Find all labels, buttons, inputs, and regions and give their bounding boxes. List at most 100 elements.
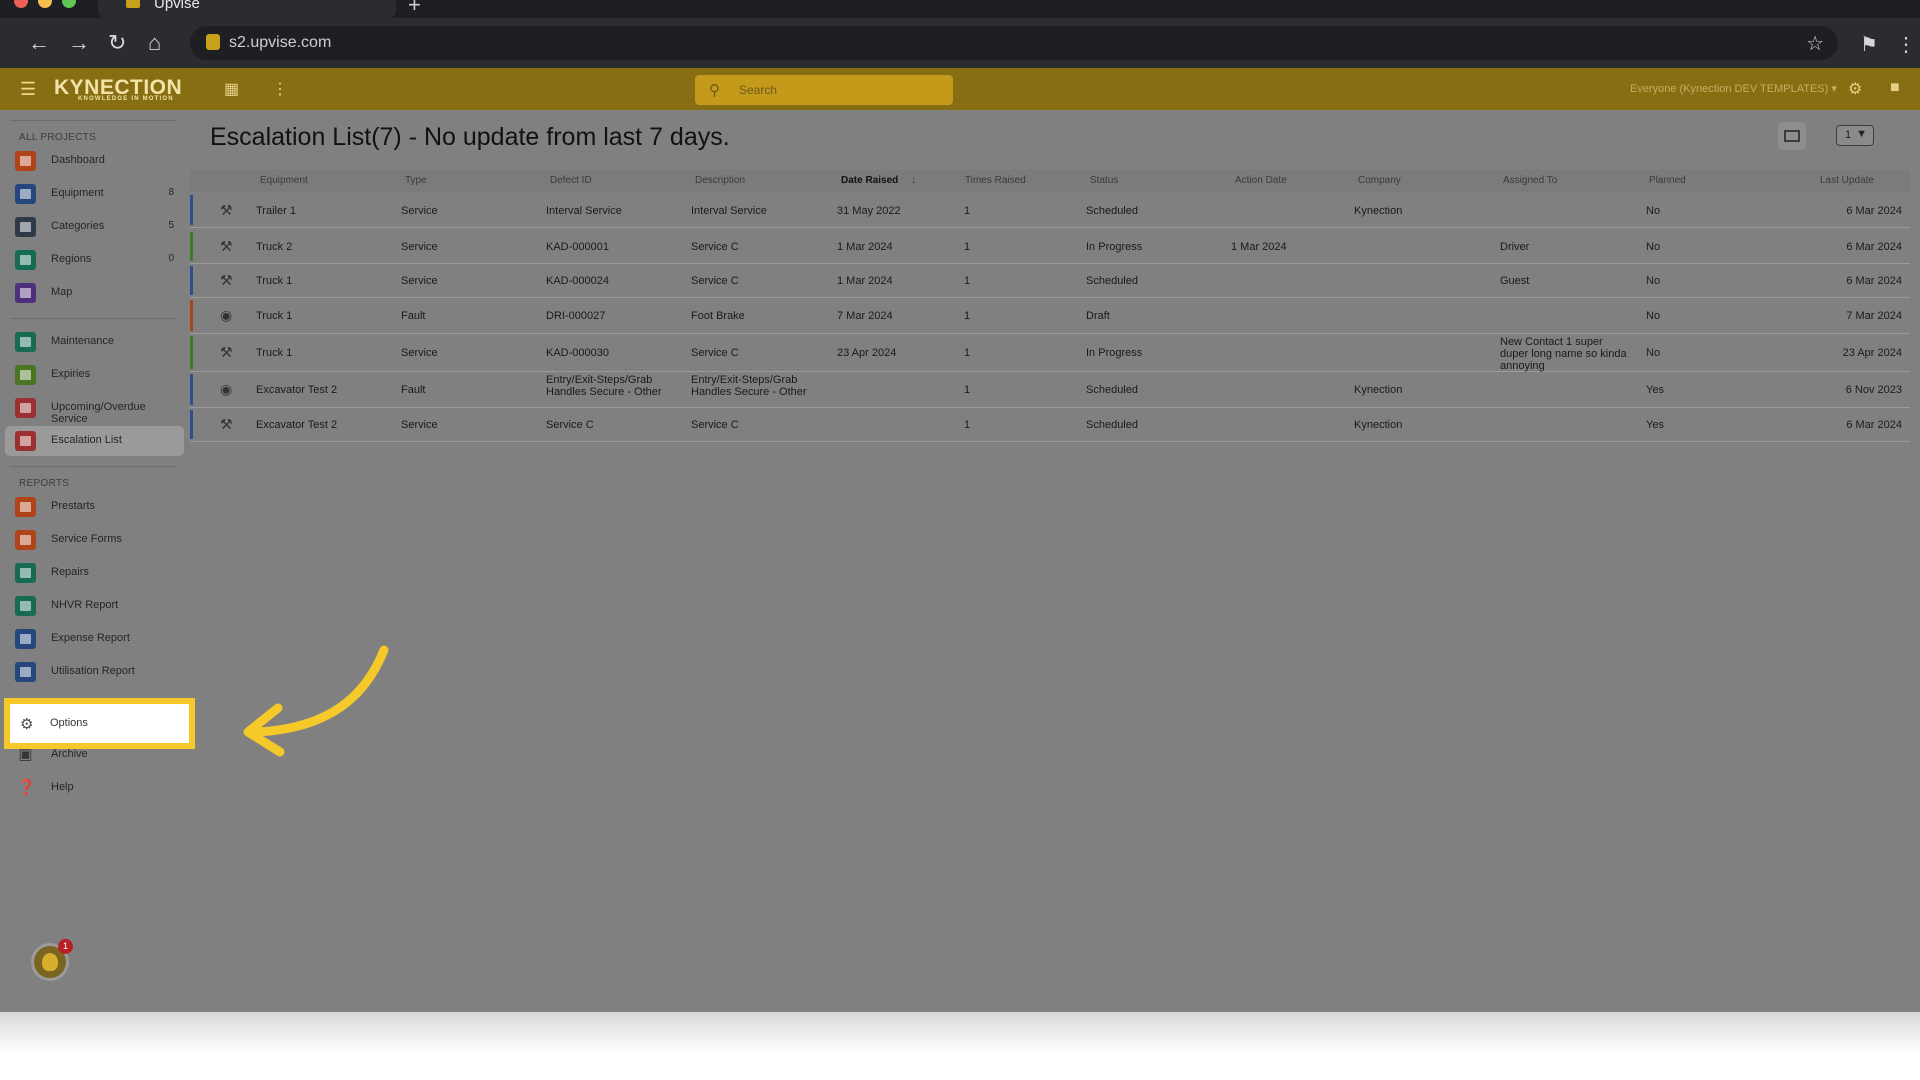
row-type: Fault [401, 310, 426, 322]
sidebar-item-prestarts[interactable]: Prestarts [5, 492, 184, 522]
sidebar-item-expense-report[interactable]: Expense Report [5, 624, 184, 654]
sidebar-item-help[interactable]: ❓ Help [5, 773, 184, 803]
wrench-icon[interactable]: ⚒ [220, 272, 233, 289]
sidebar-item-maintenance[interactable]: Maintenance [5, 327, 184, 357]
table-row[interactable]: ⚒ Excavator Test 2 Service Service C Service… [190, 408, 1910, 442]
sidebar-item-label: Prestarts [51, 500, 96, 512]
sidebar-item-upcoming-overdue-service[interactable]: Upcoming/Overdue Service [5, 393, 184, 425]
window-close-button[interactable] [14, 0, 28, 8]
wrench-icon[interactable]: ⚒ [220, 202, 233, 219]
sort-direction-icon[interactable]: ↓ [911, 175, 916, 186]
row-equipment: Excavator Test 2 [256, 384, 338, 396]
folder-icon [15, 217, 36, 237]
eye-icon[interactable]: ◉ [220, 307, 232, 324]
sidebar-item-expiries[interactable]: Expiries [5, 360, 184, 390]
table-row[interactable]: ⚒ Trailer 1 Service Interval Service Interva… [190, 193, 1910, 228]
service-due-icon [15, 398, 36, 418]
column-header-action-date[interactable]: Action Date [1235, 175, 1287, 186]
row-planned: Yes [1646, 384, 1664, 396]
column-header-equipment[interactable]: Equipment [260, 175, 308, 186]
column-header-times-raised[interactable]: Times Raised [965, 175, 1026, 186]
sidebar-item-categories[interactable]: Categories 5 [5, 212, 184, 242]
column-header-last-update[interactable]: Last Update [1820, 175, 1874, 186]
column-header-status[interactable]: Status [1090, 175, 1118, 186]
reload-icon[interactable]: ↻ [108, 32, 126, 54]
column-header-date-raised[interactable]: Date Raised [841, 175, 898, 186]
more-options-icon[interactable]: ⋮ [272, 79, 288, 99]
calendar-icon[interactable]: ▦ [224, 79, 239, 99]
row-last-update: 23 Apr 2024 [1842, 347, 1902, 359]
sidebar-item-options[interactable]: ⚙ Options [4, 698, 195, 749]
new-tab-button[interactable]: + [408, 0, 421, 18]
column-header-type[interactable]: Type [405, 175, 427, 186]
column-view-toggle-icon[interactable] [1778, 122, 1806, 150]
wrench-icon[interactable]: ⚒ [220, 344, 233, 361]
sidebar-item-label: Escalation List [51, 434, 122, 446]
page-select[interactable]: 1 ▼ [1836, 125, 1874, 146]
row-type: Service [401, 241, 438, 253]
browser-tab[interactable]: Upvise [98, 0, 396, 18]
row-defect-id: Service C [546, 419, 594, 431]
row-defect-id: DRI-000027 [546, 310, 606, 322]
site-info-icon[interactable] [206, 34, 220, 50]
row-description: Foot Brake [691, 310, 745, 322]
eye-icon[interactable]: ◉ [220, 381, 232, 398]
column-header-defect-id[interactable]: Defect ID [550, 175, 592, 186]
settings-gear-icon[interactable]: ⚙ [1848, 79, 1862, 99]
app-header: ☰ KYNECTION KNOWLEDGE IN MOTION ▦ ⋮ ⚲ Se… [0, 68, 1920, 110]
sidebar-item-label: NHVR Report [51, 599, 119, 611]
wrench-icon[interactable]: ⚒ [220, 416, 233, 433]
window-maximize-button[interactable] [62, 0, 76, 8]
column-header-planned[interactable]: Planned [1649, 175, 1686, 186]
wrench-icon[interactable]: ⚒ [220, 238, 233, 255]
address-bar[interactable]: s2.upvise.com ☆ [190, 26, 1838, 60]
row-company: Kynection [1354, 419, 1403, 431]
table-row[interactable]: ◉ Excavator Test 2 Fault Entry/Exit-Steps/G… [190, 372, 1910, 408]
table-row[interactable]: ◉ Truck 1 Fault DRI-000027 Foot Brake 7 Mar 2… [190, 298, 1910, 334]
hamburger-menu-icon[interactable]: ☰ [20, 79, 36, 100]
row-times-raised: 1 [964, 310, 971, 322]
page-select-value: 1 [1845, 129, 1852, 141]
calendar-check-icon [15, 365, 36, 385]
table-row[interactable]: ⚒ Truck 1 Service KAD-000024 Service C 1 Mar … [190, 264, 1910, 298]
bookmark-star-icon[interactable]: ☆ [1806, 31, 1824, 56]
back-arrow-icon[interactable]: ← [28, 32, 50, 54]
sidebar-item-escalation-list[interactable]: Escalation List [5, 426, 184, 456]
search-input[interactable]: ⚲ Search [695, 75, 953, 105]
row-description: Service C [691, 419, 739, 431]
group-selector[interactable]: Everyone (Kynection DEV TEMPLATES) ▾ [1630, 82, 1837, 95]
row-planned: No [1646, 347, 1661, 359]
sidebar-section-reports: REPORTS [19, 478, 70, 489]
extensions-puzzle-icon[interactable]: ⚑ [1860, 32, 1878, 57]
sidebar-section-projects: ALL PROJECTS [19, 132, 97, 143]
row-last-update: 6 Mar 2024 [1846, 275, 1902, 287]
row-last-update: 6 Mar 2024 [1846, 419, 1902, 431]
row-defect-id: KAD-000024 [546, 275, 609, 287]
sidebar-item-utilisation-report[interactable]: Utilisation Report [5, 657, 184, 687]
row-times-raised: 1 [964, 419, 971, 431]
forward-arrow-icon[interactable]: → [68, 32, 90, 54]
sidebar-item-map[interactable]: Map [5, 278, 184, 308]
user-profile-icon[interactable]: ■ [1890, 79, 1900, 97]
address-url[interactable]: s2.upvise.com [229, 34, 331, 52]
home-icon[interactable]: ⌂ [148, 32, 161, 54]
sidebar-item-count: 5 [168, 220, 174, 231]
column-header-description[interactable]: Description [695, 175, 745, 186]
sidebar-item-dashboard[interactable]: Dashboard [5, 146, 184, 176]
sidebar-item-equipment[interactable]: Equipment 8 [5, 179, 184, 209]
column-header-assigned-to[interactable]: Assigned To [1503, 175, 1557, 186]
table-row[interactable]: ⚒ Truck 1 Service KAD-000030 Service C 23 Apr… [190, 334, 1910, 372]
sidebar-item-service-forms[interactable]: Service Forms [5, 525, 184, 555]
sidebar-item-repairs[interactable]: Repairs [5, 558, 184, 588]
sidebar-item-label: Help [51, 781, 74, 793]
notification-badge: 1 [58, 939, 73, 954]
window-minimize-button[interactable] [38, 0, 52, 8]
table-row[interactable]: ⚒ Truck 2 Service KAD-000001 Service C 1 Mar … [190, 230, 1910, 264]
sidebar-item-regions[interactable]: Regions 0 [5, 245, 184, 275]
column-header-company[interactable]: Company [1358, 175, 1401, 186]
row-type: Service [401, 275, 438, 287]
sidebar-item-label: Maintenance [51, 335, 114, 347]
sidebar-item-nhvr-report[interactable]: NHVR Report [5, 591, 184, 621]
logo-tagline: KNOWLEDGE IN MOTION [78, 96, 174, 102]
browser-menu-icon[interactable]: ⋮ [1896, 32, 1916, 57]
